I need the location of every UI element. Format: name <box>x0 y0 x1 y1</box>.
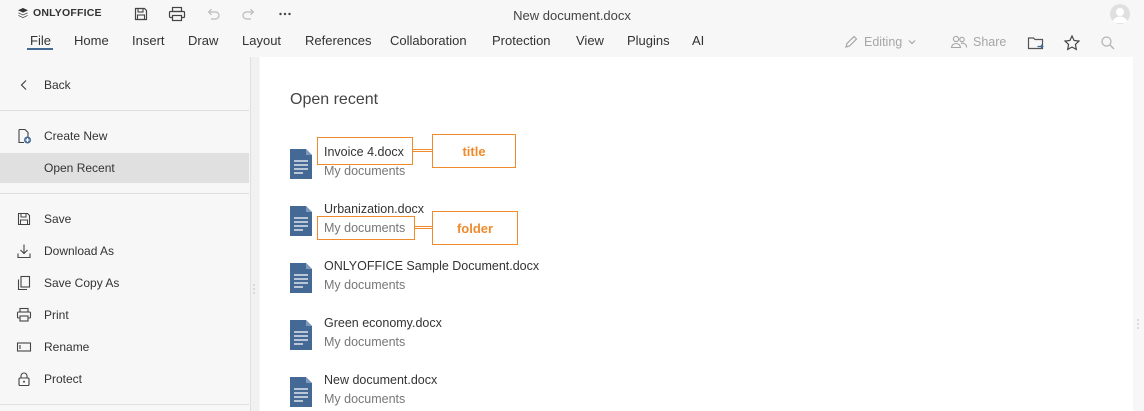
lock-icon <box>16 371 32 387</box>
active-tab-indicator <box>27 48 53 50</box>
user-icon <box>1112 8 1128 23</box>
tab-references[interactable]: References <box>305 33 371 48</box>
recent-file-item[interactable]: Green economy.docx My documents <box>288 316 588 360</box>
document-icon <box>290 263 312 293</box>
document-icon <box>290 206 312 236</box>
recent-file-item[interactable]: ONLYOFFICE Sample Document.docx My docum… <box>288 259 588 303</box>
sidebar-item-label: Download As <box>44 244 115 258</box>
sidebar-item-label: Open Recent <box>44 161 115 175</box>
search-icon <box>1101 36 1115 50</box>
panel-title: Open recent <box>290 91 379 108</box>
recent-file-folder: My documents <box>324 335 406 349</box>
sidebar-divider <box>0 193 249 194</box>
sidebar-item-protect[interactable]: Protect <box>0 364 249 394</box>
download-icon <box>16 243 32 259</box>
favorite-button[interactable] <box>1062 33 1082 53</box>
sidebar-item-save-copy-as[interactable]: Save Copy As <box>0 268 249 298</box>
recent-file-folder: My documents <box>324 164 406 178</box>
document-title: New document.docx <box>513 8 631 23</box>
sidebar-item-rename[interactable]: Rename <box>0 332 249 362</box>
tab-view[interactable]: View <box>576 33 604 48</box>
open-file-location-button[interactable] <box>1026 33 1046 53</box>
user-avatar[interactable] <box>1110 4 1130 24</box>
tab-home[interactable]: Home <box>74 33 109 48</box>
tab-plugins[interactable]: Plugins <box>627 33 670 48</box>
folder-callout-connector <box>415 226 433 229</box>
title-highlight-box <box>317 137 413 165</box>
recent-file-name: New document.docx <box>324 373 438 387</box>
tab-collaboration[interactable]: Collaboration <box>390 33 467 48</box>
rename-icon <box>16 339 32 355</box>
tab-layout[interactable]: Layout <box>242 33 281 48</box>
share-label: Share <box>973 35 1007 49</box>
sidebar-divider <box>0 110 249 111</box>
sidebar-item-open-recent[interactable]: Open Recent <box>0 153 249 183</box>
document-icon <box>290 320 312 350</box>
folder-callout: folder <box>432 211 518 245</box>
chevron-down-icon <box>908 40 916 45</box>
recent-file-folder: My documents <box>324 278 406 292</box>
print-icon <box>16 307 32 323</box>
share-button[interactable]: Share <box>950 34 1006 50</box>
editing-mode-button[interactable]: Editing <box>843 34 917 50</box>
recent-file-name: Green economy.docx <box>324 316 442 330</box>
search-button[interactable] <box>1098 33 1118 53</box>
title-bar: ONLYOFFICE New document.docx <box>0 0 1144 28</box>
document-icon <box>290 149 312 179</box>
recent-file-name: ONLYOFFICE Sample Document.docx <box>324 259 540 273</box>
sidebar-item-label: Rename <box>44 340 90 354</box>
tab-insert[interactable]: Insert <box>132 33 165 48</box>
new-document-icon <box>16 128 32 144</box>
sidebar-item-label: Protect <box>44 372 83 386</box>
sidebar-item-download-as[interactable]: Download As <box>0 236 249 266</box>
sidebar-item-back[interactable]: Back <box>0 70 249 100</box>
recent-file-folder: My documents <box>324 392 406 406</box>
tab-file[interactable]: File <box>30 33 51 48</box>
document-icon <box>290 377 312 407</box>
tab-protection[interactable]: Protection <box>492 33 551 48</box>
title-callout: title <box>432 134 516 168</box>
chevron-left-icon <box>16 77 32 93</box>
title-callout-connector <box>413 149 433 152</box>
star-icon <box>1063 34 1081 51</box>
sidebar-item-label: Create New <box>44 129 108 143</box>
scrollbar-grip-icon <box>1137 319 1139 329</box>
sidebar-item-create-new[interactable]: Create New <box>0 121 249 151</box>
sidebar-item-label: Print <box>44 308 69 322</box>
sidebar-item-label: Save <box>44 212 72 226</box>
recent-file-name: Urbanization.docx <box>324 202 425 216</box>
sidebar-item-save[interactable]: Save <box>0 204 249 234</box>
sidebar-item-print[interactable]: Print <box>0 300 249 330</box>
pencil-icon <box>845 35 858 48</box>
sidebar-item-label: Back <box>44 78 71 92</box>
sidebar-splitter[interactable] <box>250 57 259 411</box>
editing-mode-label: Editing <box>864 35 903 49</box>
tab-ai[interactable]: AI <box>692 33 704 48</box>
splitter-grip-icon <box>253 284 255 294</box>
folder-highlight-box <box>317 216 415 240</box>
save-icon <box>16 211 32 227</box>
recent-file-item[interactable]: New document.docx My documents <box>288 373 588 411</box>
share-users-icon <box>950 35 968 49</box>
sidebar-item-label: Save Copy As <box>44 276 120 290</box>
folder-icon <box>1027 37 1044 50</box>
sidebar-divider <box>0 404 249 405</box>
file-menu-sidebar: Back Create New Open Recent Save Downloa… <box>0 57 250 411</box>
copy-icon <box>16 275 32 291</box>
tab-draw[interactable]: Draw <box>188 33 218 48</box>
vertical-scrollbar[interactable] <box>1133 57 1144 411</box>
